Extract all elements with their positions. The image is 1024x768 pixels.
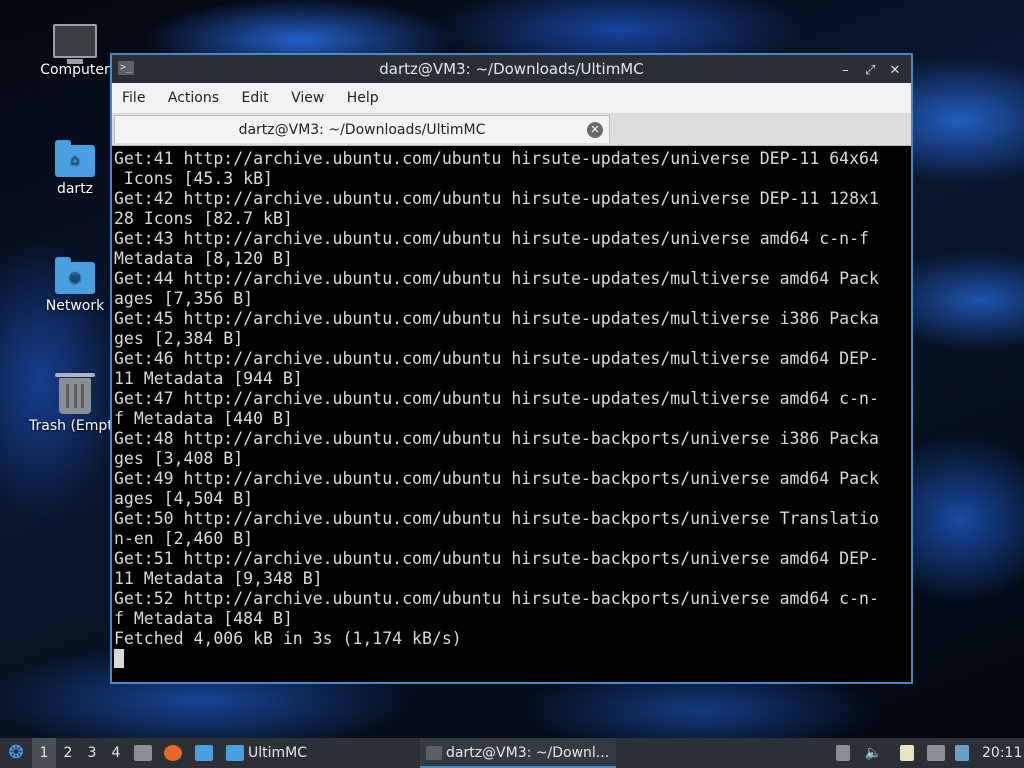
app-menu-icon[interactable]: ❂ [4,738,28,768]
menu-edit[interactable]: Edit [231,83,276,113]
terminal-line: ages [4,504 B] [114,489,254,508]
terminal-line: Get:46 http://archive.ubuntu.com/ubuntu … [114,349,879,368]
menubar: File Actions Edit View Help [112,83,911,113]
file-manager-icon[interactable] [134,745,152,761]
desktop-icon-network[interactable]: ◉ Network [27,257,123,314]
firefox-icon[interactable] [164,745,183,761]
quick-launch [134,738,213,768]
task-folder-ultimmc[interactable]: UltimMC [222,738,412,768]
terminal-line: Fetched 4,006 kB in 3s (1,174 kB/s) [114,629,462,648]
tab-bar: dartz@VM3: ~/Downloads/UltimMC ✕ [112,113,911,146]
workspace-2[interactable]: 2 [56,738,80,768]
terminal-line: Get:41 http://archive.ubuntu.com/ubuntu … [114,149,879,168]
terminal-line: Get:51 http://archive.ubuntu.com/ubuntu … [114,549,879,568]
menu-file[interactable]: File [112,83,153,113]
terminal-line: Get:49 http://archive.ubuntu.com/ubuntu … [114,469,879,488]
update-notifier-icon[interactable] [955,745,970,761]
close-button[interactable]: ✕ [885,57,905,85]
desktop-icon-label: dartz [56,181,94,197]
desktop-icon-home[interactable]: ⌂ dartz [27,140,123,197]
task-terminal[interactable]: dartz@VM3: ~/Downl... [420,738,616,768]
terminal-line: Get:48 http://archive.ubuntu.com/ubuntu … [114,429,879,448]
terminal-icon [426,746,442,760]
computer-icon [53,24,97,64]
window-title: dartz@VM3: ~/Downloads/UltimMC [379,60,644,78]
menu-help[interactable]: Help [337,83,387,113]
desktop-icon-label: Trash (Empt [29,418,113,434]
minimize-button[interactable]: – [835,57,855,85]
network-icon[interactable] [926,745,945,761]
terminal-cursor [114,649,124,668]
terminal-line: ges [3,408 B] [114,449,244,468]
terminal-line: 11 Metadata [944 B] [114,369,303,388]
menu-view[interactable]: View [281,83,332,113]
menu-actions[interactable]: Actions [158,83,227,113]
terminal-line: 11 Metadata [9,348 B] [114,569,323,588]
desktop-icon-trash[interactable]: Trash (Empt [27,373,123,434]
terminal-line: Get:44 http://archive.ubuntu.com/ubuntu … [114,269,879,288]
terminal-line: Get:43 http://archive.ubuntu.com/ubuntu … [114,229,869,248]
workspace-4[interactable]: 4 [104,738,128,768]
terminal-line: Metadata [8,120 B] [114,249,293,268]
desktop-icon-label: Computer [40,62,110,78]
network-folder-icon: ◉ [55,257,95,294]
trash-icon [55,373,95,414]
system-tray: 🔈 [836,738,970,768]
workspace-1[interactable]: 1 [32,738,56,768]
terminal-line: Get:52 http://archive.ubuntu.com/ubuntu … [114,589,879,608]
terminal-line: ages [7,356 B] [114,289,254,308]
terminal-app-icon: >_ [118,61,134,75]
tab-close-icon[interactable]: ✕ [587,122,603,138]
show-desktop-icon[interactable] [194,745,213,761]
notes-icon[interactable] [900,745,915,761]
terminal-line: ges [2,384 B] [114,329,244,348]
taskbar: ❂ 1234 UltimMC dartz@VM3: ~/Downl... 🔈 2… [0,738,1024,768]
workspace-switcher: 1234 [32,738,128,768]
terminal-line: Get:50 http://archive.ubuntu.com/ubuntu … [114,509,879,528]
clock[interactable]: 20:11 [982,738,1022,768]
terminal-line: n-en [2,460 B] [114,529,254,548]
tab-label: dartz@VM3: ~/Downloads/UltimMC [238,122,486,138]
tab-terminal[interactable]: dartz@VM3: ~/Downloads/UltimMC ✕ [114,115,610,143]
terminal-line: Get:42 http://archive.ubuntu.com/ubuntu … [114,189,879,208]
terminal-line: 28 Icons [82.7 kB] [114,209,293,228]
task-label: dartz@VM3: ~/Downl... [446,745,610,761]
terminal-line: f Metadata [484 B] [114,609,293,628]
window-titlebar[interactable]: >_ dartz@VM3: ~/Downloads/UltimMC – ⤢ ✕ [112,55,911,83]
clipboard-icon[interactable] [836,745,850,761]
terminal-line: f Metadata [440 B] [114,409,293,428]
volume-icon[interactable]: 🔈 [864,745,881,761]
terminal-line: Get:47 http://archive.ubuntu.com/ubuntu … [114,389,879,408]
workspace-3[interactable]: 3 [80,738,104,768]
task-label: UltimMC [248,745,308,761]
terminal-line: Icons [45.3 kB] [114,169,273,188]
desktop-icon-label: Network [45,298,105,314]
terminal-line: Get:45 http://archive.ubuntu.com/ubuntu … [114,309,879,328]
maximize-button[interactable]: ⤢ [860,57,880,85]
folder-icon [226,745,244,761]
desktop-icon-computer[interactable]: Computer [27,24,123,78]
terminal-window: >_ dartz@VM3: ~/Downloads/UltimMC – ⤢ ✕ … [110,53,913,684]
home-folder-icon: ⌂ [55,140,95,177]
terminal-output[interactable]: Get:41 http://archive.ubuntu.com/ubuntu … [114,147,911,682]
